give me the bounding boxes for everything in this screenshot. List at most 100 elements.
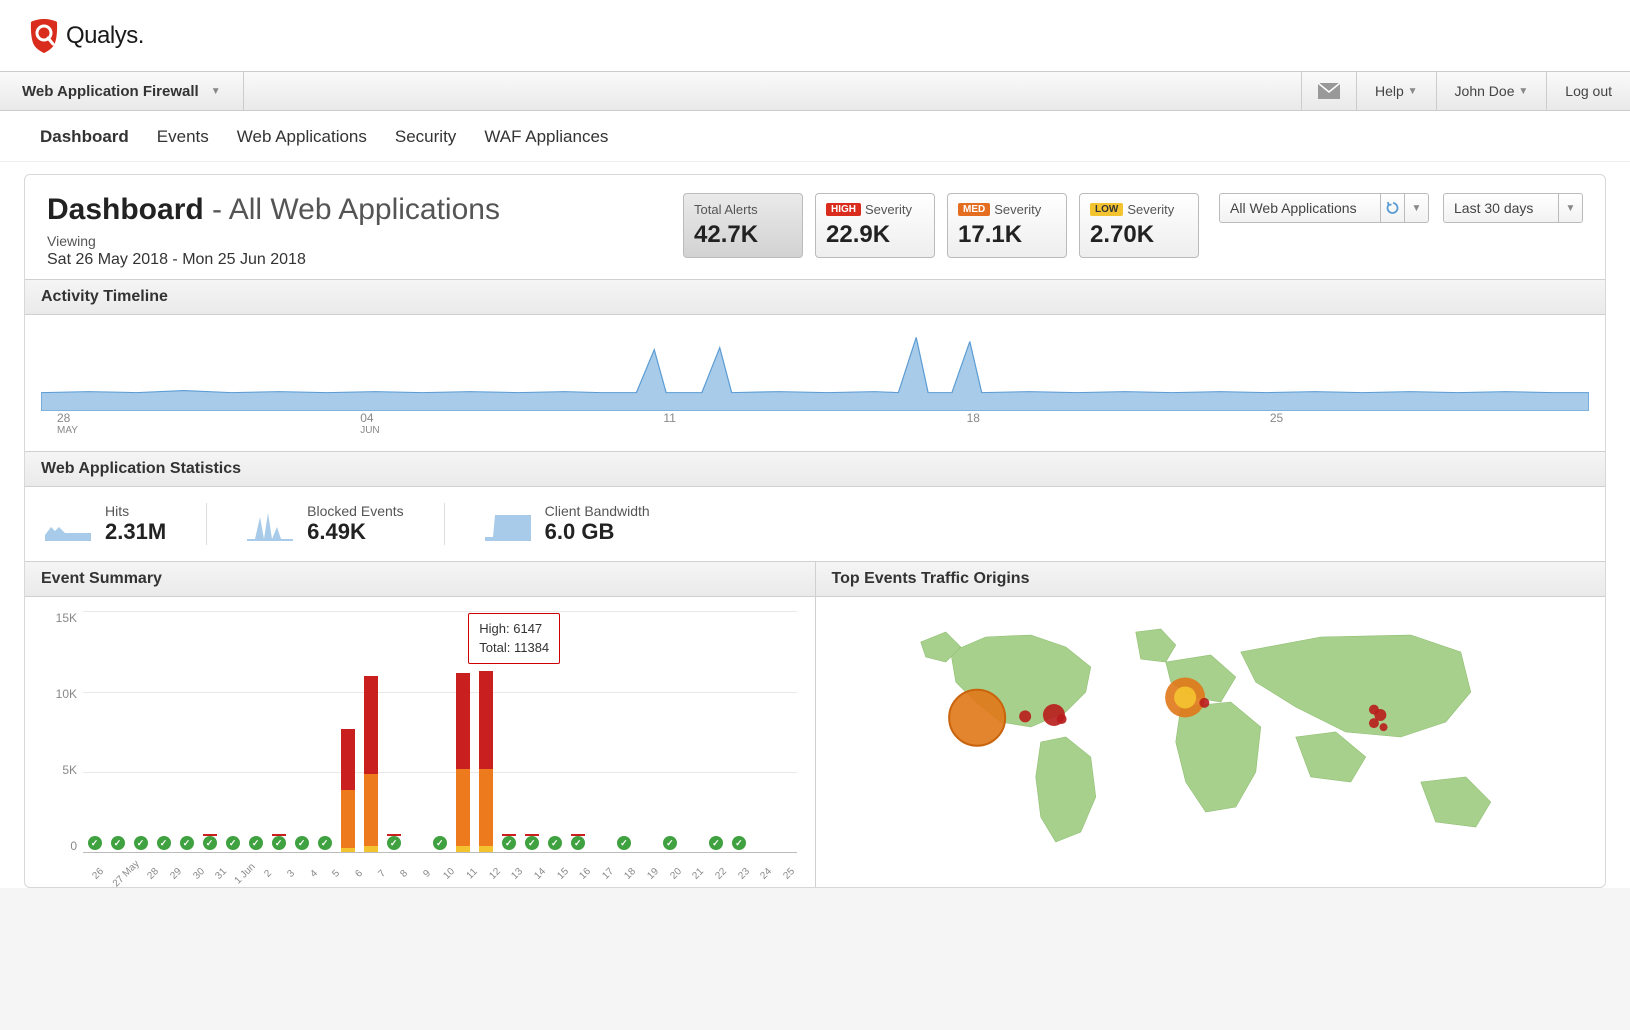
timeline-tick: 11 (663, 411, 966, 437)
scope-filter[interactable]: All Web Applications ▼ (1219, 193, 1429, 223)
bar-slot[interactable] (612, 836, 635, 852)
bar-slot[interactable] (290, 836, 313, 852)
high-badge: HIGH (826, 203, 861, 216)
sparkline-icon (45, 507, 91, 541)
bar-slot[interactable] (566, 834, 589, 852)
refresh-icon[interactable] (1380, 194, 1404, 222)
bar-slot[interactable] (658, 836, 681, 852)
bar-slot[interactable] (198, 834, 221, 852)
section-traffic-origins: Top Events Traffic Origins (816, 561, 1606, 597)
bar-slot[interactable] (83, 836, 106, 852)
bar-slot[interactable] (129, 836, 152, 852)
chevron-down-icon: ▼ (211, 86, 221, 97)
bar-slot[interactable] (267, 834, 290, 852)
bar-slot[interactable] (543, 836, 566, 852)
timeline-tick: 04JUN (360, 411, 663, 437)
logo[interactable]: Qualys. (28, 18, 144, 54)
bar-slot[interactable] (497, 834, 520, 852)
bar-slot[interactable] (313, 836, 336, 852)
help-menu[interactable]: Help ▼ (1356, 72, 1436, 110)
brand-bar: Qualys. (0, 0, 1630, 71)
ok-check-icon (203, 836, 217, 850)
ok-check-icon (272, 836, 286, 850)
tab-waf-appliances[interactable]: WAF Appliances (484, 127, 608, 147)
bar-slot[interactable] (359, 676, 382, 852)
timeline-tick: 25 (1270, 411, 1573, 437)
timeline-tick: 28MAY (57, 411, 360, 437)
tab-events[interactable]: Events (157, 127, 209, 147)
chevron-down-icon: ▼ (1518, 86, 1528, 97)
section-event-summary: Event Summary (25, 561, 815, 597)
app-bar: Web Application Firewall ▼ Help ▼ John D… (0, 71, 1630, 111)
section-web-app-stats: Web Application Statistics (25, 451, 1605, 487)
card-med-severity[interactable]: MEDSeverity 17.1K (947, 193, 1067, 258)
user-menu[interactable]: John Doe ▼ (1436, 72, 1547, 110)
app-name: Web Application Firewall (22, 83, 199, 100)
nav-tabs: Dashboard Events Web Applications Securi… (0, 111, 1630, 162)
card-total-alerts[interactable]: Total Alerts 42.7K (683, 193, 803, 258)
card-low-severity[interactable]: LOWSeverity 2.70K (1079, 193, 1199, 258)
sparkline-icon (247, 507, 293, 541)
bar-slot[interactable] (474, 671, 497, 853)
ok-check-icon (709, 836, 723, 850)
bar-slot[interactable] (175, 836, 198, 852)
ok-check-icon (249, 836, 263, 850)
card-high-severity[interactable]: HIGHSeverity 22.9K (815, 193, 935, 258)
bar-slot[interactable] (451, 673, 474, 852)
bar-slot[interactable] (727, 836, 750, 852)
bar-slot[interactable] (704, 836, 727, 852)
stat-hits: Hits2.31M (45, 503, 207, 545)
bar-slot[interactable] (244, 836, 267, 852)
page-subtitle: - All Web Applications (204, 193, 500, 226)
bar-slot[interactable] (152, 836, 175, 852)
ok-check-icon (387, 836, 401, 850)
period-filter[interactable]: Last 30 days ▼ (1443, 193, 1583, 223)
ok-check-icon (180, 836, 194, 850)
chevron-down-icon[interactable]: ▼ (1404, 194, 1428, 222)
viewing-label: Viewing (47, 233, 500, 249)
page-title: Dashboard (47, 193, 204, 226)
ok-check-icon (571, 836, 585, 850)
event-summary-chart: 15K10K5K0 High: 6147 Total: 11384 2627 M… (25, 597, 815, 887)
bar-slot[interactable] (382, 834, 405, 852)
ok-check-icon (318, 836, 332, 850)
logout-button[interactable]: Log out (1546, 72, 1630, 110)
chevron-down-icon[interactable]: ▼ (1558, 194, 1582, 222)
brand-name: Qualys. (66, 22, 144, 50)
ok-check-icon (548, 836, 562, 850)
qualys-shield-icon (28, 18, 60, 54)
bar-slot[interactable] (520, 834, 543, 852)
ok-check-icon (617, 836, 631, 850)
bar-slot[interactable] (106, 836, 129, 852)
ok-check-icon (525, 836, 539, 850)
main-panel: Dashboard - All Web Applications Viewing… (24, 174, 1606, 888)
ok-check-icon (134, 836, 148, 850)
chevron-down-icon: ▼ (1408, 86, 1418, 97)
timeline-tick: 18 (967, 411, 1270, 437)
ok-check-icon (157, 836, 171, 850)
ok-check-icon (663, 836, 677, 850)
low-badge: LOW (1090, 203, 1123, 216)
ok-check-icon (226, 836, 240, 850)
bar-slot[interactable] (336, 729, 359, 852)
ok-check-icon (88, 836, 102, 850)
app-selector[interactable]: Web Application Firewall ▼ (0, 72, 244, 110)
stat-blocked: Blocked Events6.49K (247, 503, 445, 545)
tab-web-applications[interactable]: Web Applications (237, 127, 367, 147)
ok-check-icon (502, 836, 516, 850)
tab-security[interactable]: Security (395, 127, 456, 147)
mail-button[interactable] (1301, 72, 1356, 110)
traffic-origins-map (816, 597, 1606, 887)
ok-check-icon (732, 836, 746, 850)
bar-slot[interactable] (428, 836, 451, 852)
chart-tooltip: High: 6147 Total: 11384 (468, 613, 560, 663)
ok-check-icon (433, 836, 447, 850)
ok-check-icon (111, 836, 125, 850)
tab-dashboard[interactable]: Dashboard (40, 127, 129, 147)
bar-slot[interactable] (221, 836, 244, 852)
date-range: Sat 26 May 2018 - Mon 25 Jun 2018 (47, 251, 500, 269)
ok-check-icon (295, 836, 309, 850)
sparkline-icon (485, 507, 531, 541)
stat-bandwidth: Client Bandwidth6.0 GB (485, 503, 690, 545)
med-badge: MED (958, 203, 990, 216)
